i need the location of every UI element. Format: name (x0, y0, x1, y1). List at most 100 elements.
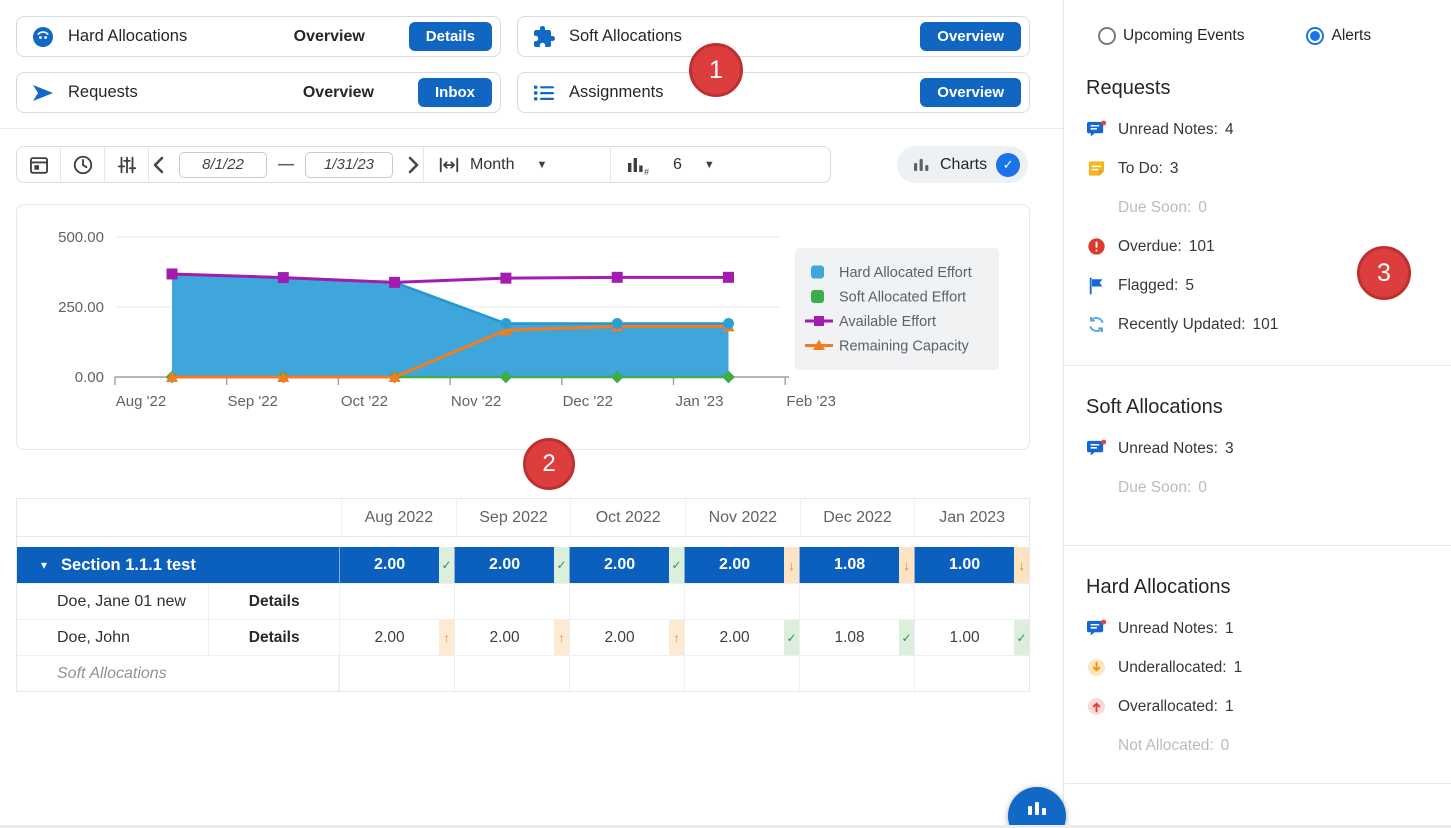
column-header-dec-2022: Dec 2022 (800, 499, 915, 536)
alert-item-due-soon: Due Soon:0 (1064, 468, 1451, 507)
allocation-value (915, 656, 1014, 691)
hard-allocations-details-button[interactable]: Details (409, 22, 492, 51)
alert-item-underallocated[interactable]: Underallocated:1 (1064, 648, 1451, 687)
resource-name[interactable]: Doe, John (57, 629, 130, 647)
alert-count: 3 (1170, 160, 1179, 178)
alert-label: Underallocated: (1118, 659, 1227, 677)
svg-text:Soft Allocated Effort: Soft Allocated Effort (839, 290, 966, 306)
alert-label: Overdue: (1118, 238, 1182, 256)
allocation-value: 1.08 (800, 620, 899, 655)
column-header-aug-2022: Aug 2022 (341, 499, 456, 536)
calendar-button[interactable] (17, 147, 61, 182)
details-link[interactable]: Details (209, 620, 339, 655)
filter-settings-button[interactable] (105, 147, 149, 182)
card-title: Requests (68, 83, 303, 102)
status-cell (784, 584, 799, 619)
send-icon (31, 81, 55, 105)
start-date-input[interactable] (179, 152, 267, 178)
column-header-sep-2022: Sep 2022 (456, 499, 571, 536)
sidebar-section-hard-allocations: Hard AllocationsUnread Notes:1Underalloc… (1064, 576, 1451, 765)
next-period-button[interactable] (404, 154, 423, 176)
divider (1065, 783, 1451, 784)
alerts-filter: Upcoming Events Alerts (1098, 26, 1451, 46)
allocation-table: Aug 2022Sep 2022Oct 2022Nov 2022Dec 2022… (16, 498, 1030, 692)
radio-icon (1098, 27, 1116, 45)
alert-label: Due Soon: (1118, 199, 1191, 217)
allocation-value: 2.00 (685, 547, 784, 583)
svg-text:Dec '22: Dec '22 (563, 393, 613, 410)
alert-item-recently-updated[interactable]: Recently Updated:101 (1064, 305, 1451, 344)
allocation-value (800, 584, 899, 619)
alert-label: Unread Notes: (1118, 620, 1218, 638)
group-label: Soft Allocations (17, 656, 339, 691)
status-cell (669, 656, 684, 691)
bar-count-icon: # (625, 154, 649, 176)
details-cell (209, 547, 339, 583)
requests-overview-link[interactable]: Overview (303, 84, 374, 102)
interval-dropdown[interactable]: Month ▼ (423, 147, 610, 182)
svg-text:Jan '23: Jan '23 (676, 393, 724, 410)
no-icon-spacer (1086, 197, 1107, 218)
alert-item-to-do[interactable]: To Do:3 (1064, 149, 1451, 188)
status-cell (784, 656, 799, 691)
radio-selected-icon (1306, 27, 1324, 45)
puzzle-icon (532, 25, 556, 49)
svg-text:0.00: 0.00 (75, 369, 104, 386)
table-row-soft-allocations: Soft Allocations (17, 655, 1029, 691)
alert-label: Due Soon: (1118, 479, 1191, 497)
charts-toggle-label: Charts (940, 156, 987, 174)
requests-inbox-button[interactable]: Inbox (418, 78, 492, 107)
card-title: Soft Allocations (569, 27, 920, 46)
period-count-dropdown[interactable]: # 6 ▼ (610, 147, 830, 182)
hard-allocations-face-icon (31, 25, 55, 49)
status-cell (554, 656, 569, 691)
end-date-input[interactable] (305, 152, 393, 178)
clock-button[interactable] (61, 147, 105, 182)
radio-upcoming-events[interactable]: Upcoming Events (1098, 27, 1244, 45)
check-icon: ✓ (899, 620, 914, 655)
period-count-value: 6 (673, 156, 682, 174)
soft-allocations-overview-button[interactable]: Overview (920, 22, 1021, 51)
allocation-value (455, 584, 554, 619)
previous-period-button[interactable] (149, 154, 168, 176)
table-row-section-1-1-1-test[interactable]: ▾Section 1.1.1 test2.00✓2.00✓2.00✓2.00↓1… (17, 547, 1029, 583)
allocation-value: 2.00 (340, 620, 439, 655)
overdue-icon (1086, 236, 1107, 257)
details-link[interactable]: Details (209, 584, 339, 619)
sidebar-section-title: Hard Allocations (1086, 576, 1451, 599)
list-icon (532, 81, 556, 105)
alert-count: 3 (1225, 440, 1234, 458)
check-icon: ✓ (439, 547, 454, 583)
date-range-control: — (149, 147, 423, 182)
status-cell (899, 656, 914, 691)
column-width-icon (438, 155, 460, 175)
alert-item-unread-notes[interactable]: Unread Notes:3 (1064, 429, 1451, 468)
allocation-value: 2.00 (340, 547, 439, 583)
sidebar-section-title: Soft Allocations (1086, 396, 1451, 419)
alert-item-unread-notes[interactable]: Unread Notes:4 (1064, 110, 1451, 149)
assignments-overview-button[interactable]: Overview (920, 78, 1021, 107)
radio-alerts[interactable]: Alerts (1306, 27, 1371, 45)
section-name: Section 1.1.1 test (61, 556, 196, 575)
allocation-value (570, 656, 669, 691)
alert-item-unread-notes[interactable]: Unread Notes:1 (1064, 609, 1451, 648)
up-arrow-icon: ↑ (439, 620, 454, 655)
charts-fab-button[interactable] (1008, 787, 1066, 828)
allocation-value: 2.00 (570, 620, 669, 655)
toolbar: — Month ▼ # 6 ▼ (16, 146, 831, 183)
resource-name[interactable]: Doe, Jane 01 new (57, 593, 186, 611)
allocation-value: 2.00 (685, 620, 784, 655)
sidebar-section-requests: RequestsUnread Notes:4To Do:3Due Soon:0O… (1064, 77, 1451, 344)
interval-value: Month (470, 156, 514, 174)
divider (0, 128, 1063, 129)
alert-item-overallocated[interactable]: Overallocated:1 (1064, 687, 1451, 726)
hard-allocations-overview-link[interactable]: Overview (294, 28, 365, 46)
charts-toggle[interactable]: Charts ✓ (897, 146, 1028, 183)
no-icon-spacer (1086, 477, 1107, 498)
card-requests: Requests Overview Inbox (16, 72, 501, 113)
svg-text:Nov '22: Nov '22 (451, 393, 501, 410)
status-cell (1014, 656, 1029, 691)
status-cell (899, 584, 914, 619)
collapse-caret-icon[interactable]: ▾ (41, 558, 47, 572)
svg-text:250.00: 250.00 (58, 299, 104, 316)
